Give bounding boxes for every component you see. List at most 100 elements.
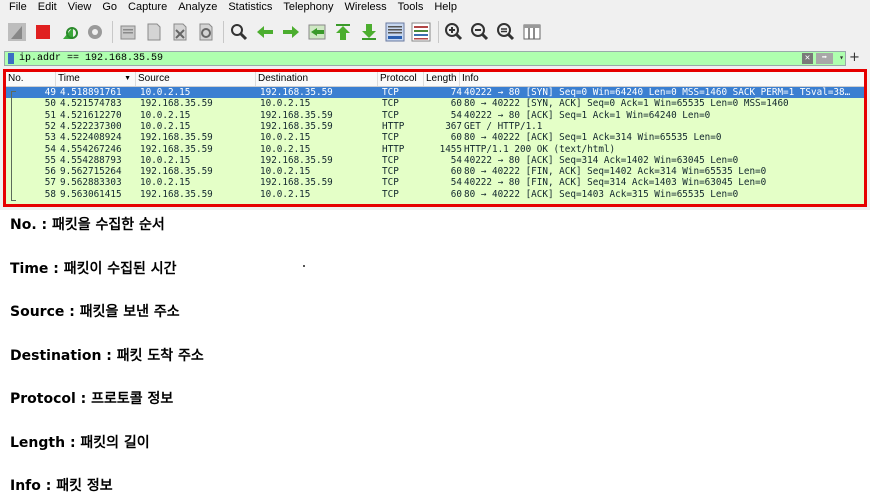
column-header-length[interactable]: Length xyxy=(424,72,460,86)
table-row[interactable]: 50 4.521574783 192.168.35.59 10.0.2.15 TCP 60… xyxy=(6,98,864,109)
packet-length: 60 xyxy=(450,132,462,144)
conversation-bracket-end xyxy=(11,200,16,201)
conversation-bracket-start xyxy=(11,91,16,92)
menu-analyze[interactable]: Analyze xyxy=(172,0,222,15)
packet-length: 367 xyxy=(445,120,462,132)
table-row[interactable]: 57 9.562883303 10.0.2.15 192.168.35.59 TCP 54… xyxy=(6,177,864,188)
packet-source: 192.168.35.59 xyxy=(140,98,213,110)
packet-length: 74 xyxy=(450,87,462,98)
reload-icon[interactable] xyxy=(195,21,217,43)
packet-source: 192.168.35.59 xyxy=(140,143,213,155)
legend-time: Time : 패킷이 수집된 시간 xyxy=(10,261,177,277)
table-row[interactable]: 54 4.554267246 192.168.35.59 10.0.2.15 HTTP 1… xyxy=(6,144,864,155)
resize-columns-icon[interactable] xyxy=(521,21,543,43)
packet-length: 54 xyxy=(450,154,462,166)
table-row[interactable]: 51 4.521612270 10.0.2.15 192.168.35.59 TCP 54… xyxy=(6,110,864,121)
filter-bookmark-icon[interactable] xyxy=(8,53,14,64)
packet-source: 10.0.2.15 xyxy=(140,154,191,166)
options-gear-icon[interactable] xyxy=(84,21,106,43)
menu-file[interactable]: File xyxy=(0,0,32,15)
zoom-reset-icon[interactable] xyxy=(495,21,517,43)
back-arrow-icon[interactable] xyxy=(254,21,276,43)
restart-icon[interactable] xyxy=(58,21,80,43)
packet-no: 57 xyxy=(44,177,56,189)
packet-no: 58 xyxy=(44,188,56,200)
packet-source: 10.0.2.15 xyxy=(140,109,191,121)
packet-info: 80 → 40222 [FIN, ACK] Seq=1402 Ack=314 W… xyxy=(464,166,767,178)
menu-statistics[interactable]: Statistics xyxy=(222,0,277,15)
save-file-icon[interactable] xyxy=(143,21,165,43)
clear-filter-icon[interactable]: ✕ xyxy=(802,53,813,64)
table-row[interactable]: 53 4.522408924 192.168.35.59 10.0.2.15 TCP 60… xyxy=(6,132,864,143)
packet-info: 80 → 40222 [ACK] Seq=1 Ack=314 Win=65535… xyxy=(464,132,722,144)
add-filter-button-icon[interactable]: + xyxy=(849,51,860,65)
menu-bar: File Edit View Go Capture Analyze Statis… xyxy=(0,0,870,15)
column-header-info[interactable]: Info xyxy=(460,72,864,86)
auto-scroll-icon[interactable] xyxy=(384,21,406,43)
toolbar-separator xyxy=(223,21,224,43)
packet-time: 4.518891761 xyxy=(60,87,122,98)
packet-protocol: TCP xyxy=(382,87,399,98)
packet-info: HTTP/1.1 200 OK (text/html) xyxy=(464,143,616,155)
table-row[interactable]: 58 9.563061415 192.168.35.59 10.0.2.15 TCP 60… xyxy=(6,189,864,200)
toolbar-separator xyxy=(438,21,439,43)
column-header-protocol[interactable]: Protocol xyxy=(378,72,424,86)
packet-destination: 10.0.2.15 xyxy=(260,188,311,200)
column-header-destination[interactable]: Destination xyxy=(256,72,378,86)
apply-filter-icon[interactable]: ➡ xyxy=(816,53,833,64)
packet-time: 4.522408924 xyxy=(60,132,122,144)
packet-protocol: TCP xyxy=(382,132,399,144)
stop-icon[interactable] xyxy=(32,21,54,43)
menu-capture[interactable]: Capture xyxy=(122,0,172,15)
packet-destination: 192.168.35.59 xyxy=(260,120,333,132)
conversation-bracket xyxy=(11,91,16,201)
zoom-in-icon[interactable] xyxy=(443,21,465,43)
menu-go[interactable]: Go xyxy=(96,0,122,15)
table-row[interactable]: 49 4.518891761 10.0.2.15 192.168.35.59 TCP 74… xyxy=(6,87,864,99)
colorize-icon[interactable] xyxy=(410,21,432,43)
display-filter-bar[interactable]: ip.addr == 192.168.35.59 ✕ ➡ ▾ xyxy=(4,51,846,66)
wireshark-window: File Edit View Go Capture Analyze Statis… xyxy=(0,0,870,210)
legend-source: Source : 패킷을 보낸 주소 xyxy=(10,304,180,320)
packet-protocol: TCP xyxy=(382,188,399,200)
close-file-icon[interactable] xyxy=(169,21,191,43)
filter-history-dropdown-icon[interactable]: ▾ xyxy=(839,52,844,65)
packet-length: 60 xyxy=(450,188,462,200)
table-row[interactable]: 55 4.554288793 10.0.2.15 192.168.35.59 TCP 54… xyxy=(6,155,864,166)
open-folder-icon[interactable] xyxy=(117,21,139,43)
packet-destination: 192.168.35.59 xyxy=(260,109,333,121)
packet-info: 80 → 40222 [ACK] Seq=1403 Ack=315 Win=65… xyxy=(464,188,739,200)
first-packet-icon[interactable] xyxy=(332,21,354,43)
packet-length: 1455 xyxy=(439,143,462,155)
packet-no: 49 xyxy=(44,87,56,98)
main-toolbar xyxy=(0,17,870,47)
column-header-time[interactable]: Time ▼ xyxy=(56,72,136,86)
menu-view[interactable]: View xyxy=(62,0,97,15)
table-row[interactable]: 52 4.522237300 10.0.2.15 192.168.35.59 HTTP 3… xyxy=(6,121,864,132)
packet-time: 4.521612270 xyxy=(60,109,122,121)
packet-no: 53 xyxy=(44,132,56,144)
menu-telephony[interactable]: Telephony xyxy=(277,0,338,15)
display-filter-input[interactable]: ip.addr == 192.168.35.59 xyxy=(19,52,163,65)
shark-fin-start-icon[interactable] xyxy=(6,21,28,43)
menu-wireless[interactable]: Wireless xyxy=(339,0,392,15)
column-header-no[interactable]: No. xyxy=(6,72,56,86)
menu-help[interactable]: Help xyxy=(428,0,462,15)
zoom-out-icon[interactable] xyxy=(469,21,491,43)
column-header-source[interactable]: Source xyxy=(136,72,256,86)
packet-info: 40222 → 80 [FIN, ACK] Seq=314 Ack=1403 W… xyxy=(464,177,767,189)
find-icon[interactable] xyxy=(228,21,250,43)
table-row[interactable]: 56 9.562715264 192.168.35.59 10.0.2.15 TCP 60… xyxy=(6,166,864,177)
packet-length: 54 xyxy=(450,177,462,189)
packet-no: 50 xyxy=(44,98,56,110)
go-to-packet-icon[interactable] xyxy=(306,21,328,43)
packet-info: 40222 → 80 [SYN] Seq=0 Win=64240 Len=0 M… xyxy=(464,87,851,98)
toolbar-separator xyxy=(112,21,113,43)
last-packet-icon[interactable] xyxy=(358,21,380,43)
menu-edit[interactable]: Edit xyxy=(32,0,62,15)
packet-info: 80 → 40222 [SYN, ACK] Seq=0 Ack=1 Win=65… xyxy=(464,98,789,110)
packet-destination: 10.0.2.15 xyxy=(260,143,311,155)
menu-tools[interactable]: Tools xyxy=(392,0,429,15)
forward-arrow-icon[interactable] xyxy=(280,21,302,43)
packet-list[interactable]: No. Time ▼ Source Destination Protocol Le… xyxy=(3,69,867,207)
